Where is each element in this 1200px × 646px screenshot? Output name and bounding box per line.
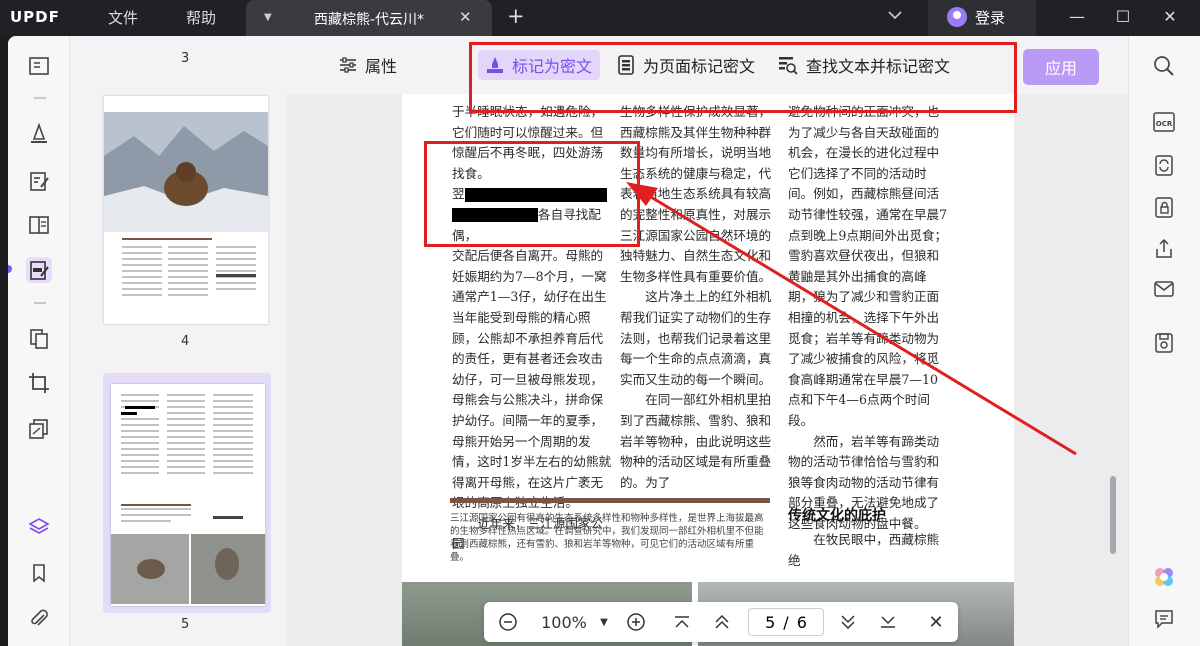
page-separator: / [783, 612, 789, 632]
thumbnail-panel: 3 4 5 [71, 36, 285, 646]
redact-icon[interactable] [26, 257, 52, 283]
app-body: 3 4 5 属性 标记为密文 为页面标记密文 查找文本并标记密文 应用 于半睡眠… [8, 36, 1200, 646]
menu-help[interactable]: 帮助 [186, 7, 216, 28]
app-logo: UPDF [10, 8, 60, 26]
document-area: 属性 标记为密文 为页面标记密文 查找文本并标记密文 应用 于半睡眠状态，如遇危… [286, 36, 1128, 646]
login-button[interactable]: 登录 [928, 0, 1036, 36]
ocr-pages-icon[interactable] [26, 416, 52, 442]
zoom-toolbar: 100% ▼ 5 / 6 ✕ [484, 602, 958, 642]
page-number-5: 5 [181, 617, 190, 632]
annotation-arrow [626, 182, 1077, 456]
organize-pages-icon[interactable] [26, 326, 52, 352]
tab-dropdown-icon[interactable]: ▼ [264, 12, 272, 23]
page-indicator[interactable]: 5 / 6 [748, 608, 824, 636]
tab-title: 西藏棕熊-代云川* [314, 12, 425, 28]
minimize-icon[interactable]: — [1062, 4, 1092, 30]
close-zoombar-icon[interactable]: ✕ [924, 602, 948, 642]
save-icon[interactable] [1151, 330, 1177, 356]
page-thumbnail-4[interactable] [104, 96, 268, 324]
reader-icon[interactable] [26, 53, 52, 79]
crop-icon[interactable] [26, 370, 52, 396]
divider [34, 97, 46, 99]
search-icon[interactable] [1151, 53, 1177, 79]
form-icon[interactable] [26, 212, 52, 238]
current-page: 5 [765, 612, 776, 632]
maximize-icon[interactable]: ☐ [1108, 4, 1138, 30]
thumbnail-preview [104, 112, 268, 296]
zoom-in-icon[interactable] [624, 602, 648, 642]
previous-page-icon[interactable] [710, 602, 734, 642]
menu-file[interactable]: 文件 [108, 7, 138, 28]
right-toolbar: OCR [1128, 36, 1200, 646]
avatar-icon [947, 7, 967, 27]
comment-icon[interactable] [26, 120, 52, 146]
zoom-out-icon[interactable] [496, 602, 520, 642]
protect-icon[interactable] [1151, 194, 1177, 220]
document-tab[interactable]: ▼ 西藏棕熊-代云川* ✕ [246, 0, 492, 36]
bookmark-icon[interactable] [26, 560, 52, 586]
page-number-3: 3 [181, 51, 190, 66]
collapse-handle[interactable] [8, 265, 12, 273]
thumbnail-preview [111, 394, 265, 604]
zoom-dropdown-icon[interactable]: ▼ [596, 602, 612, 642]
new-tab-icon[interactable]: + [507, 4, 525, 28]
comment-list-icon[interactable] [1151, 606, 1177, 632]
next-page-icon[interactable] [836, 602, 860, 642]
tab-close-icon[interactable]: ✕ [459, 8, 472, 26]
ocr-icon[interactable]: OCR [1151, 109, 1177, 135]
left-toolbar [8, 36, 70, 646]
layers-icon[interactable] [26, 514, 52, 540]
edit-pdf-icon[interactable] [26, 168, 52, 194]
total-pages: 6 [796, 612, 807, 632]
page-number-4: 4 [181, 334, 190, 349]
chevron-down-icon[interactable] [888, 10, 902, 20]
close-window-icon[interactable]: ✕ [1155, 4, 1185, 30]
last-page-icon[interactable] [876, 602, 900, 642]
share-icon[interactable] [1151, 236, 1177, 262]
title-bar: UPDF 文件 帮助 ▼ 西藏棕熊-代云川* ✕ + 登录 — ☐ ✕ [0, 0, 1200, 36]
email-icon[interactable] [1151, 276, 1177, 302]
page-thumbnail-5[interactable] [111, 384, 265, 606]
ai-assistant-icon[interactable] [1151, 564, 1177, 590]
convert-icon[interactable] [1151, 152, 1177, 178]
divider [34, 302, 46, 304]
first-page-icon[interactable] [670, 602, 694, 642]
zoom-level[interactable]: 100% [534, 602, 594, 642]
login-label: 登录 [975, 9, 1006, 27]
attachment-icon[interactable] [26, 606, 52, 632]
svg-text:OCR: OCR [1156, 120, 1173, 128]
